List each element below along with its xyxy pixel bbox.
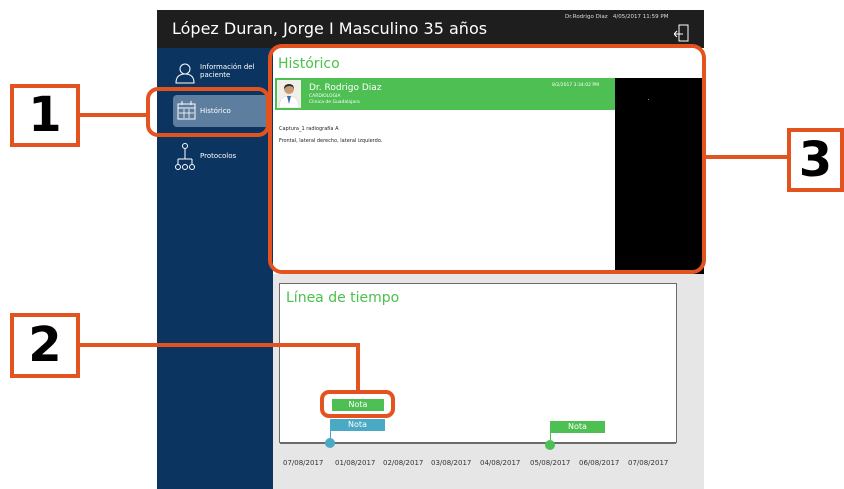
callout-3-label: 3 (787, 128, 844, 192)
callout-2-label: 2 (10, 313, 80, 378)
callout-3-highlight (268, 44, 706, 274)
callout-2-leader (78, 343, 360, 392)
callout-1-label: 1 (10, 84, 80, 147)
callout-2-highlight (320, 390, 395, 418)
callout-1-highlight (146, 87, 270, 137)
annotation-overlay (78, 44, 787, 418)
